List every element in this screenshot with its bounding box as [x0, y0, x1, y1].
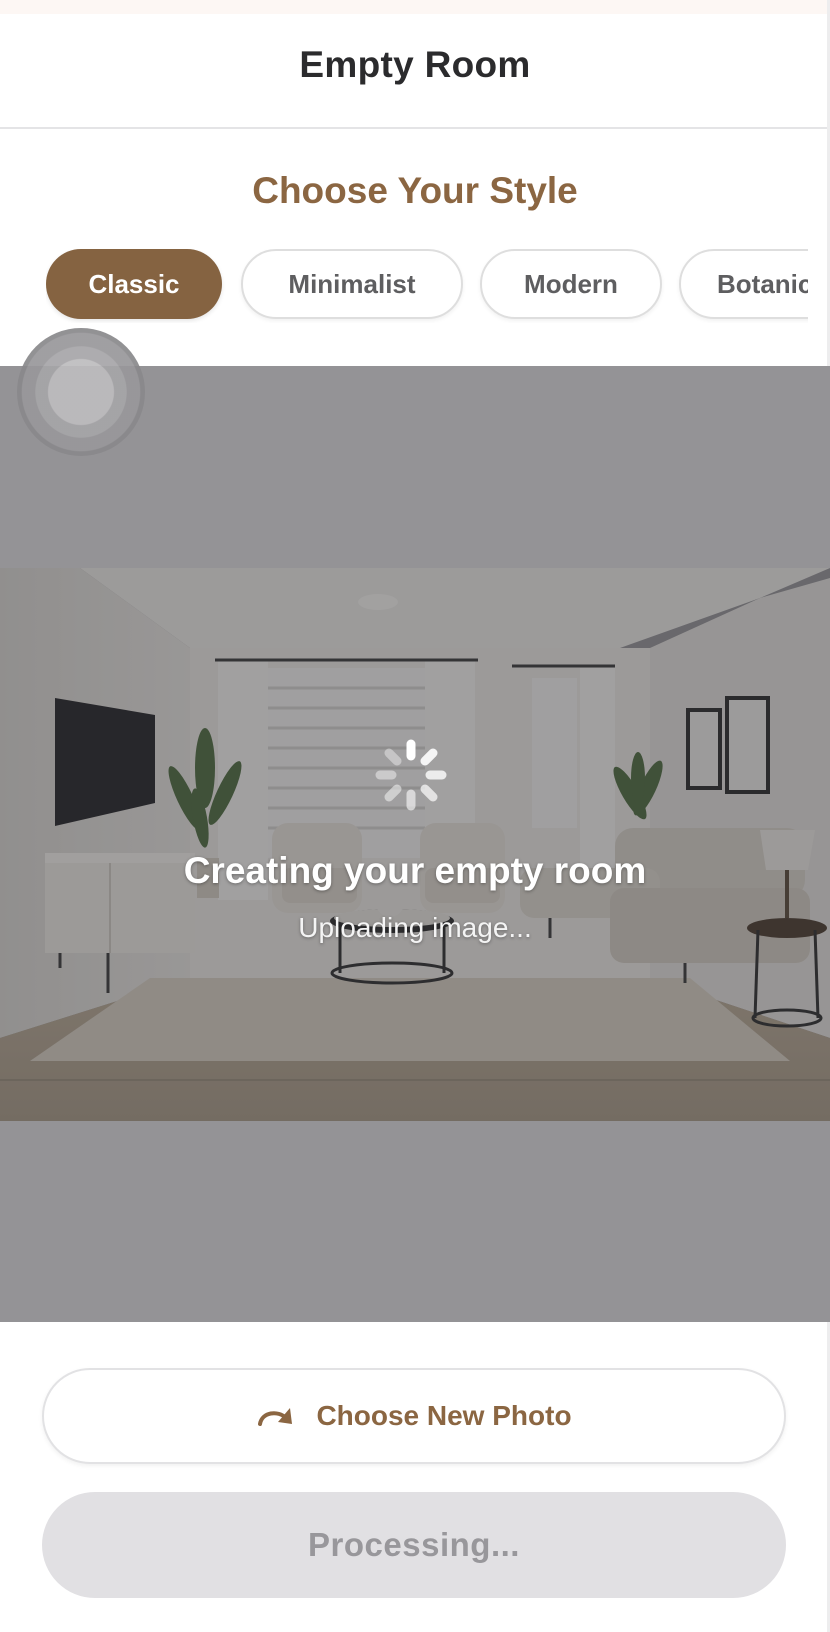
status-title: Creating your empty room — [183, 850, 647, 891]
processing-button[interactable]: Processing... — [42, 1492, 786, 1598]
style-chip-botanical[interactable]: Botanical — [679, 249, 808, 319]
redo-arrow-icon — [258, 1408, 293, 1426]
choose-new-photo-button[interactable]: Choose New Photo — [42, 1368, 786, 1464]
processing-label: Processing... — [308, 1526, 520, 1563]
photo-dim-layer — [0, 568, 830, 1121]
style-chip-minimalist[interactable]: Minimalist — [241, 249, 463, 319]
page-title: Empty Room — [299, 43, 531, 85]
loading-spinner-icon — [375, 739, 447, 811]
style-heading: Choose Your Style — [252, 170, 578, 211]
choose-new-photo-label: Choose New Photo — [316, 1400, 572, 1431]
room-photo — [0, 568, 830, 1121]
touch-indicator — [17, 328, 145, 456]
nav-bar: Empty Room — [0, 14, 830, 129]
style-chip-classic[interactable]: Classic — [46, 249, 222, 319]
status-bar-strip — [0, 0, 830, 14]
style-chip-row: Classic Minimalist Modern Botanical — [46, 249, 808, 323]
status-subtitle: Uploading image... — [298, 912, 532, 943]
style-chip-modern[interactable]: Modern — [480, 249, 662, 319]
